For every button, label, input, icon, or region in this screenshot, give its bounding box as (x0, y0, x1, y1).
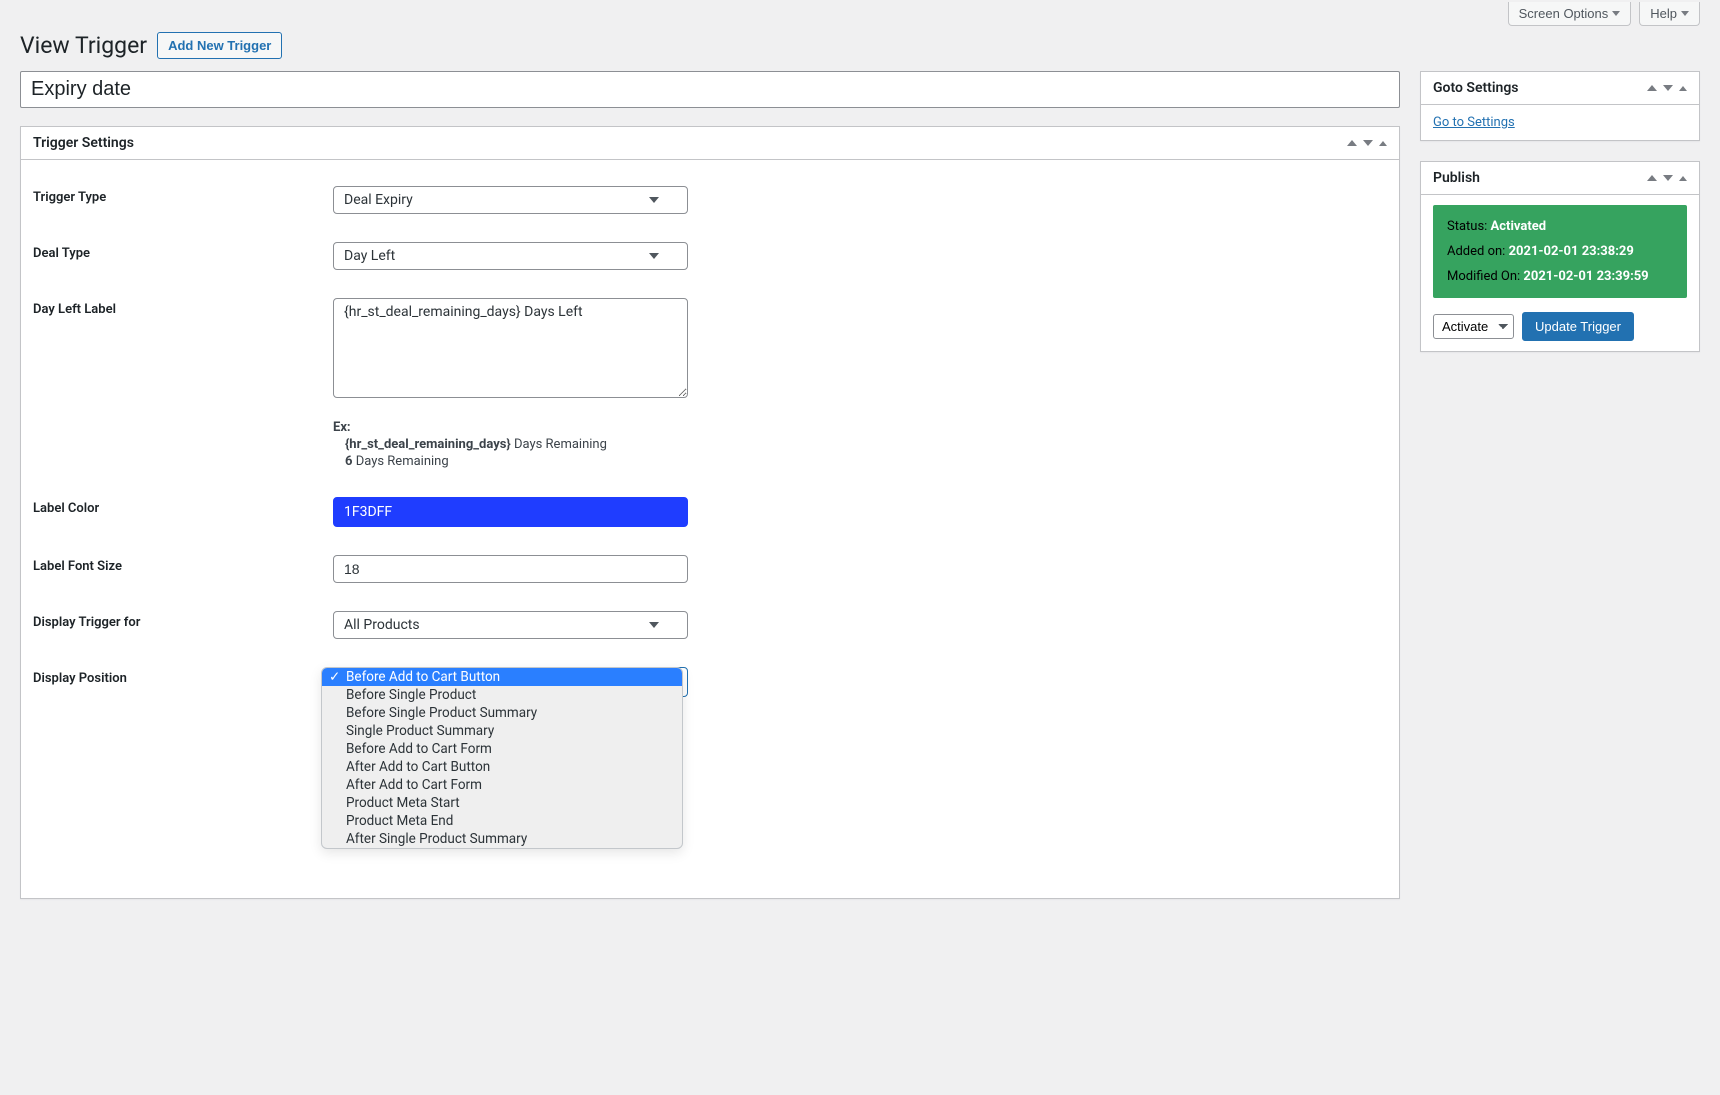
label-color-label: Label Color (33, 497, 333, 527)
modified-on-label: Modified On: (1447, 269, 1523, 284)
example-label: Ex: (333, 420, 1387, 435)
page-title: View Trigger (20, 32, 147, 59)
dropdown-option[interactable]: After Add to Cart Button (322, 758, 682, 776)
label-font-size-label: Label Font Size (33, 555, 333, 583)
display-trigger-for-value: All Products (344, 617, 420, 633)
go-to-settings-link[interactable]: Go to Settings (1433, 115, 1515, 130)
chevron-down-icon (649, 622, 659, 628)
add-new-trigger-button[interactable]: Add New Trigger (157, 32, 282, 59)
publish-heading: Publish (1433, 170, 1480, 186)
update-trigger-button[interactable]: Update Trigger (1522, 312, 1634, 341)
help-label: Help (1650, 6, 1677, 21)
added-on-value: 2021-02-01 23:38:29 (1509, 244, 1634, 259)
display-position-dropdown[interactable]: Before Add to Cart Button Before Single … (321, 667, 683, 849)
display-trigger-for-select[interactable]: All Products (333, 611, 688, 639)
example-rest-2: Days Remaining (352, 454, 448, 469)
label-color-input[interactable]: 1F3DFF (333, 497, 688, 527)
triangle-up-icon[interactable] (1379, 141, 1387, 146)
dropdown-option[interactable]: Before Single Product (322, 686, 682, 704)
chevron-down-icon (649, 197, 659, 203)
status-label: Status: (1447, 219, 1491, 234)
trigger-type-label: Trigger Type (33, 186, 333, 214)
status-value: Activated (1491, 219, 1547, 234)
dropdown-option[interactable]: Before Single Product Summary (322, 704, 682, 722)
dropdown-option[interactable]: Product Meta Start (322, 794, 682, 812)
display-trigger-for-label: Display Trigger for (33, 611, 333, 639)
goto-settings-heading: Goto Settings (1433, 80, 1519, 96)
trigger-type-value: Deal Expiry (344, 192, 413, 208)
chevron-up-icon[interactable] (1347, 140, 1357, 146)
deal-type-label: Deal Type (33, 242, 333, 270)
added-on-label: Added on: (1447, 244, 1509, 259)
chevron-up-icon[interactable] (1647, 175, 1657, 181)
screen-options-button[interactable]: Screen Options (1508, 2, 1632, 26)
dropdown-option[interactable]: After Add to Cart Form (322, 776, 682, 794)
chevron-down-icon (649, 253, 659, 259)
deal-type-select[interactable]: Day Left (333, 242, 688, 270)
help-button[interactable]: Help (1639, 2, 1700, 26)
chevron-down-icon[interactable] (1363, 140, 1373, 146)
chevron-up-icon[interactable] (1647, 85, 1657, 91)
chevron-down-icon (1681, 11, 1689, 16)
dropdown-option[interactable]: After Single Product Summary (322, 830, 682, 848)
chevron-down-icon[interactable] (1663, 85, 1673, 91)
example-token: {hr_st_deal_remaining_days} (345, 437, 511, 452)
day-left-label-textarea[interactable]: {hr_st_deal_remaining_days} Days Left (333, 298, 688, 398)
activate-select[interactable]: Activate (1433, 314, 1514, 339)
trigger-title-input[interactable] (20, 71, 1400, 108)
trigger-type-select[interactable]: Deal Expiry (333, 186, 688, 214)
display-position-label: Display Position (33, 667, 333, 686)
dropdown-option[interactable]: Before Add to Cart Form (322, 740, 682, 758)
example-rest-1: Days Remaining (511, 437, 607, 452)
day-left-label-label: Day Left Label (33, 298, 333, 469)
screen-options-label: Screen Options (1519, 6, 1609, 21)
label-font-size-input[interactable] (333, 555, 688, 583)
triangle-up-icon[interactable] (1679, 86, 1687, 91)
trigger-settings-heading: Trigger Settings (33, 135, 134, 151)
example-block: Ex: {hr_st_deal_remaining_days} Days Rem… (333, 420, 1387, 469)
dropdown-option[interactable]: Product Meta End (322, 812, 682, 830)
modified-on-value: 2021-02-01 23:39:59 (1523, 269, 1648, 284)
dropdown-option[interactable]: Before Add to Cart Button (322, 668, 682, 686)
dropdown-option[interactable]: Single Product Summary (322, 722, 682, 740)
status-panel: Status: Activated Added on: 2021-02-01 2… (1433, 205, 1687, 298)
chevron-down-icon (1612, 11, 1620, 16)
deal-type-value: Day Left (344, 248, 395, 264)
triangle-up-icon[interactable] (1679, 176, 1687, 181)
chevron-down-icon[interactable] (1663, 175, 1673, 181)
